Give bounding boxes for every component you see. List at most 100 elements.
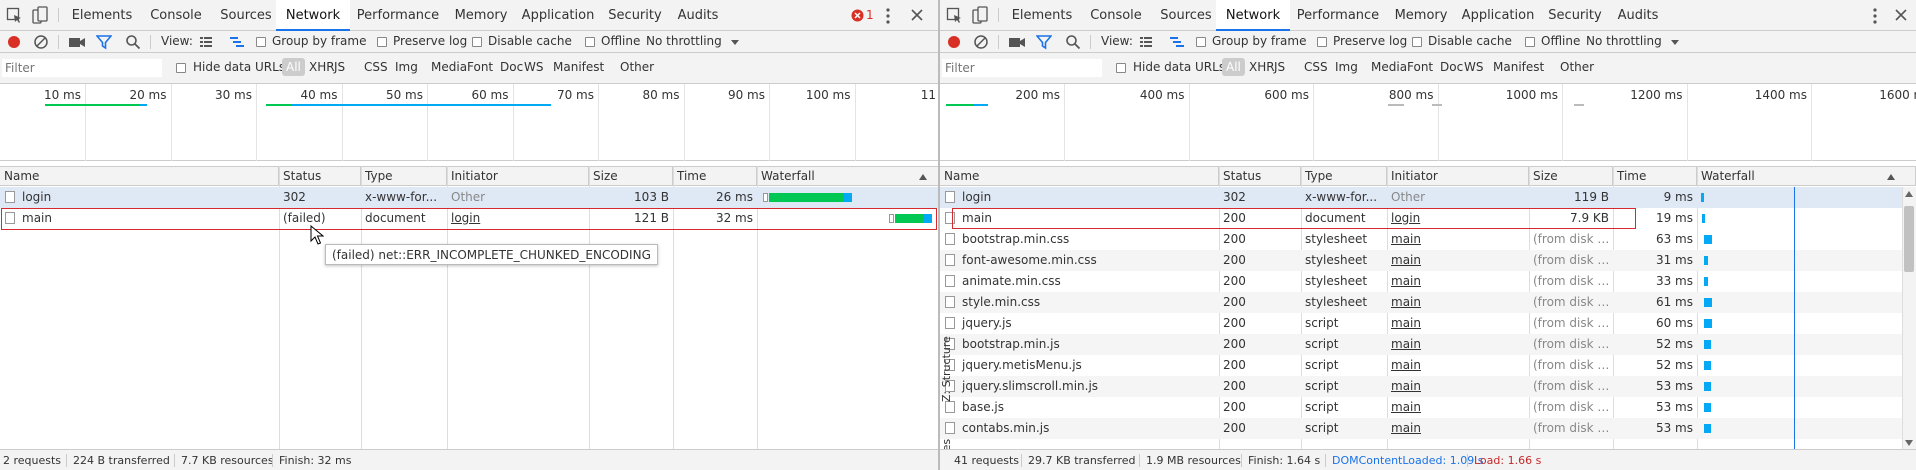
column-header-status[interactable]: Status xyxy=(1219,167,1301,186)
request-name[interactable]: contabs.min.js xyxy=(958,418,1216,439)
request-name[interactable]: login xyxy=(958,187,1216,208)
table-row[interactable]: animate.min.css 200 stylesheet main (from di… xyxy=(940,271,1916,292)
tab-elements[interactable]: Elements xyxy=(1006,0,1078,31)
table-row[interactable]: bootstrap.min.js 200 script main (from disk … xyxy=(940,334,1916,355)
preserve-log-checkbox[interactable] xyxy=(1317,37,1327,47)
search-icon[interactable] xyxy=(1065,34,1081,50)
tab-application[interactable]: Application xyxy=(516,0,600,31)
filter-type-doc[interactable]: Doc xyxy=(500,60,523,74)
record-icon[interactable] xyxy=(6,34,22,50)
chevron-down-icon[interactable] xyxy=(730,37,740,47)
table-row[interactable]: base.js 200 script main (from disk c... 53 ms xyxy=(940,397,1916,418)
request-initiator[interactable]: main xyxy=(1387,313,1529,334)
device-toolbar-icon[interactable] xyxy=(972,6,988,24)
overview-icon[interactable] xyxy=(1169,35,1185,49)
filter-type-other[interactable]: Other xyxy=(620,60,654,74)
error-count-badge[interactable]: 1 xyxy=(851,8,874,22)
tab-audits[interactable]: Audits xyxy=(670,0,726,31)
column-header-name[interactable]: Name xyxy=(940,167,1219,186)
column-header-type[interactable]: Type xyxy=(361,167,447,186)
request-initiator[interactable]: main xyxy=(1387,334,1529,355)
filter-input[interactable] xyxy=(942,59,1102,77)
request-name[interactable]: login xyxy=(18,187,276,208)
filter-type-font[interactable]: Font xyxy=(467,60,493,74)
column-header-initiator[interactable]: Initiator xyxy=(1387,167,1529,186)
clear-icon[interactable] xyxy=(33,34,49,50)
capture-screenshots-icon[interactable] xyxy=(1008,35,1026,49)
disable-cache-checkbox[interactable] xyxy=(1412,37,1422,47)
filter-type-font[interactable]: Font xyxy=(1407,60,1433,74)
column-header-waterfall[interactable]: Waterfall xyxy=(757,167,938,186)
offline-checkbox[interactable] xyxy=(585,37,595,47)
tab-memory[interactable]: Memory xyxy=(1388,0,1454,31)
request-name[interactable]: style.min.css xyxy=(958,292,1216,313)
filter-type-ws[interactable]: WS xyxy=(524,60,543,74)
filter-type-all[interactable]: All xyxy=(1222,58,1245,76)
tab-application[interactable]: Application xyxy=(1456,0,1540,31)
tab-elements[interactable]: Elements xyxy=(66,0,138,31)
column-header-name[interactable]: Name xyxy=(0,167,279,186)
hide-data-urls-checkbox[interactable] xyxy=(176,63,186,73)
throttling-select[interactable]: No throttling xyxy=(646,34,722,48)
column-header-type[interactable]: Type xyxy=(1301,167,1387,186)
column-header-status[interactable]: Status xyxy=(279,167,361,186)
request-name[interactable]: bootstrap.min.js xyxy=(958,334,1216,355)
tab-network[interactable]: Network xyxy=(276,0,350,31)
request-name[interactable]: animate.min.css xyxy=(958,271,1216,292)
throttling-select[interactable]: No throttling xyxy=(1586,34,1662,48)
filter-type-js[interactable]: JS xyxy=(334,60,345,74)
filter-type-css[interactable]: CSS xyxy=(1304,60,1328,74)
request-initiator[interactable]: main xyxy=(1387,292,1529,313)
record-icon[interactable] xyxy=(946,34,962,50)
filter-type-ws[interactable]: WS xyxy=(1464,60,1483,74)
group-by-frame-checkbox[interactable] xyxy=(256,37,266,47)
tab-performance[interactable]: Performance xyxy=(1290,0,1386,31)
overview-icon[interactable] xyxy=(229,35,245,49)
request-initiator[interactable]: main xyxy=(1387,376,1529,397)
filter-type-all[interactable]: All xyxy=(282,58,305,76)
table-row[interactable]: contabs.min.js 200 script main (from disk c.… xyxy=(940,418,1916,439)
large-rows-icon[interactable] xyxy=(199,35,213,49)
scrollbar-thumb[interactable] xyxy=(1904,206,1914,272)
request-name[interactable]: bootstrap.min.css xyxy=(958,229,1216,250)
offline-checkbox[interactable] xyxy=(1525,37,1535,47)
tab-security[interactable]: Security xyxy=(1542,0,1608,31)
filter-type-xhr[interactable]: XHR xyxy=(1249,60,1275,74)
inspect-element-icon[interactable] xyxy=(6,7,22,23)
column-header-time[interactable]: Time xyxy=(673,167,757,186)
table-row[interactable]: bootstrap.min.css 200 stylesheet main (from … xyxy=(940,229,1916,250)
filter-input[interactable] xyxy=(2,59,162,77)
tab-performance[interactable]: Performance xyxy=(350,0,446,31)
preserve-log-checkbox[interactable] xyxy=(377,37,387,47)
request-name[interactable]: jquery.js xyxy=(958,313,1216,334)
filter-type-other[interactable]: Other xyxy=(1560,60,1594,74)
chevron-down-icon[interactable] xyxy=(1670,37,1680,47)
filter-type-media[interactable]: Media xyxy=(431,60,467,74)
request-initiator[interactable]: main xyxy=(1387,355,1529,376)
filter-type-media[interactable]: Media xyxy=(1371,60,1407,74)
close-devtools-icon[interactable] xyxy=(1894,8,1908,22)
tab-audits[interactable]: Audits xyxy=(1610,0,1666,31)
filter-type-manifest[interactable]: Manifest xyxy=(1493,60,1544,74)
clear-icon[interactable] xyxy=(973,34,989,50)
scroll-up-icon[interactable] xyxy=(1903,188,1915,200)
tab-console[interactable]: Console xyxy=(1084,0,1148,31)
tab-network[interactable]: Network xyxy=(1216,0,1290,31)
more-options-icon[interactable] xyxy=(1868,7,1882,25)
request-initiator[interactable]: main xyxy=(1387,271,1529,292)
tab-sources[interactable]: Sources xyxy=(210,0,282,31)
request-name[interactable]: jquery.metisMenu.js xyxy=(958,355,1216,376)
request-name[interactable]: font-awesome.min.css xyxy=(958,250,1216,271)
filter-type-img[interactable]: Img xyxy=(395,60,418,74)
request-initiator[interactable]: main xyxy=(1387,397,1529,418)
column-header-time[interactable]: Time xyxy=(1613,167,1697,186)
filter-icon[interactable] xyxy=(1036,34,1052,50)
filter-type-doc[interactable]: Doc xyxy=(1440,60,1463,74)
tab-console[interactable]: Console xyxy=(144,0,208,31)
device-toolbar-icon[interactable] xyxy=(32,6,48,24)
table-row[interactable]: jquery.metisMenu.js 200 script main (from di… xyxy=(940,355,1916,376)
request-name[interactable]: jquery.slimscroll.min.js xyxy=(958,376,1216,397)
filter-icon[interactable] xyxy=(96,34,112,50)
side-label-structure[interactable]: Z: Structure xyxy=(940,336,953,402)
column-header-initiator[interactable]: Initiator xyxy=(447,167,589,186)
